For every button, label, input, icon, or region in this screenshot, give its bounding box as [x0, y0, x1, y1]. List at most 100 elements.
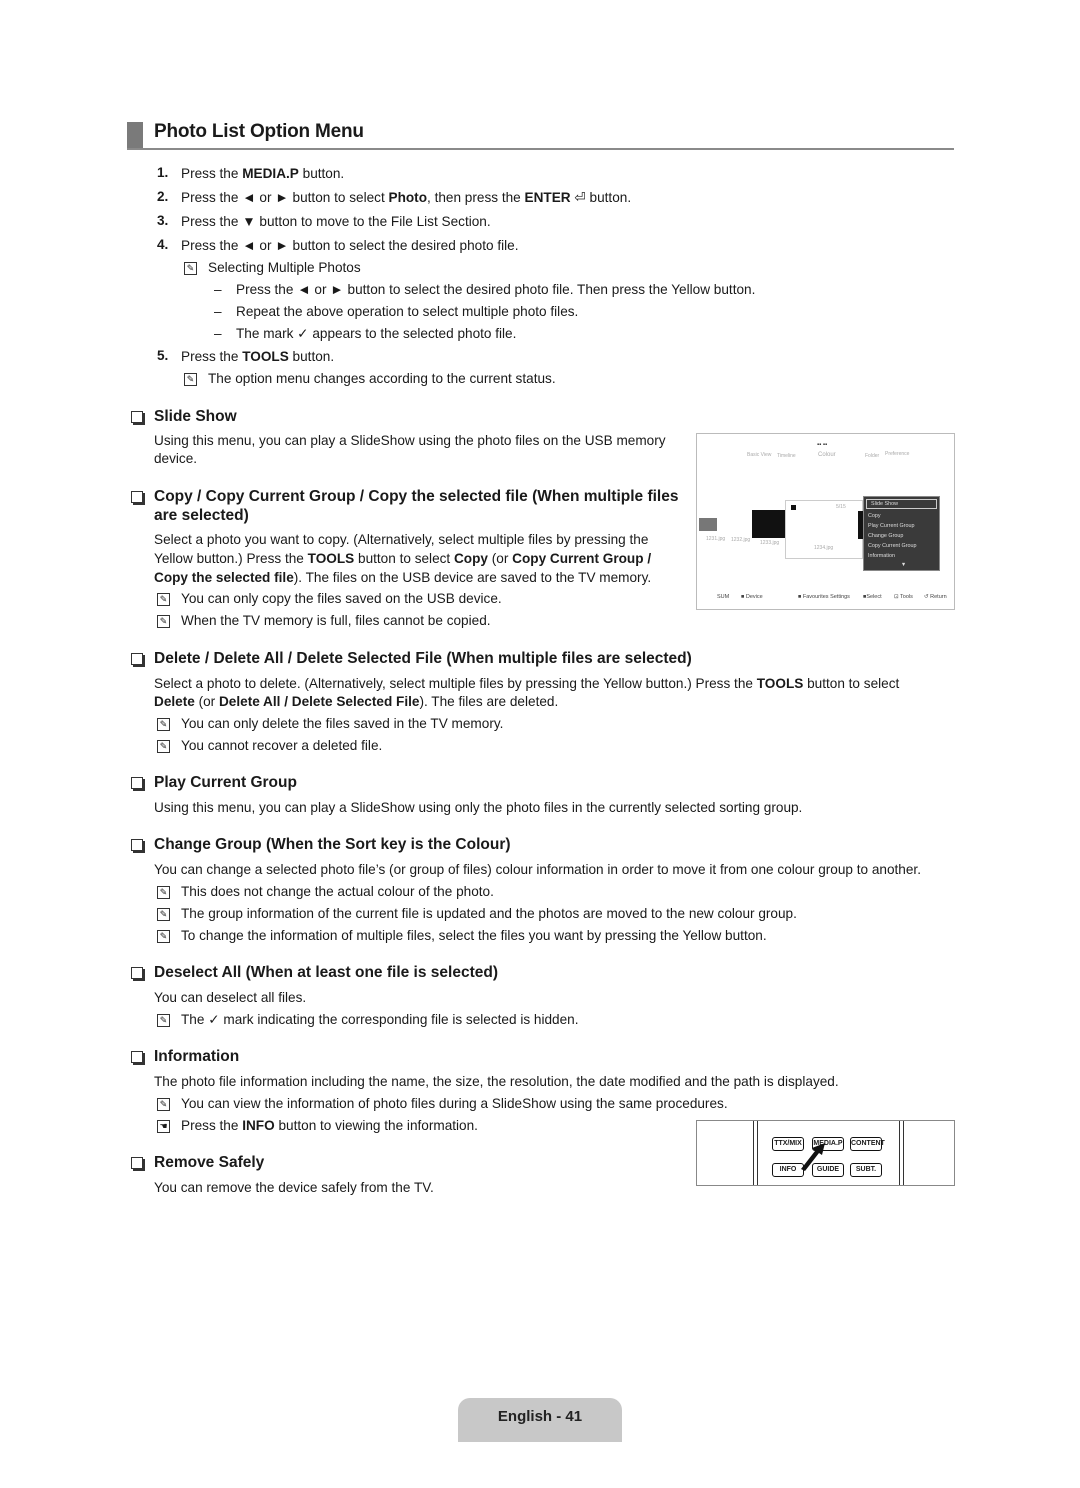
text-line: The group information of the current fil…	[181, 905, 797, 923]
text-segment: To change the information of multiple fi…	[181, 928, 767, 943]
note-icon: ✎	[184, 262, 197, 275]
tv-screen-illustration: Basic View Timeline Colour Folder Prefer…	[696, 433, 955, 610]
text-segment: TOOLS	[242, 349, 289, 364]
note-icon: ✎	[184, 373, 197, 386]
text-segment: Play Current Group	[154, 774, 297, 791]
photo-thumbnail	[752, 510, 789, 538]
photo-thumbnail	[699, 518, 717, 531]
pointer-arrow-icon	[801, 1143, 825, 1171]
menu-item-copy-current-group[interactable]: Copy Current Group	[864, 541, 939, 551]
text-segment: Yellow button.) Press the	[154, 551, 308, 566]
text-segment: You can view the information of photo fi…	[181, 1096, 728, 1111]
text-line: Repeat the above operation to select mul…	[236, 303, 578, 321]
page-title: Photo List Option Menu	[154, 121, 364, 142]
text-line: Delete (or Delete All / Delete Selected …	[154, 693, 558, 711]
text-line: Press the MEDIA.P button.	[181, 165, 344, 183]
text-segment: INFO	[242, 1118, 275, 1133]
select-button: ■Select	[863, 594, 882, 600]
dash-bullet: –	[214, 282, 222, 297]
text-segment: ). The files on the USB device are saved…	[293, 570, 652, 585]
text-segment: You can only delete the files saved in t…	[181, 716, 504, 731]
text-line: You can only delete the files saved in t…	[181, 715, 503, 733]
tv-tab-active: Colour	[818, 452, 836, 458]
text-segment: Delete / Delete All / Delete Selected Fi…	[154, 650, 692, 667]
tools-button: ⊡ Tools	[894, 594, 913, 600]
note-icon: ✎	[157, 908, 170, 921]
menu-item-slide-show[interactable]: Slide Show	[866, 499, 937, 509]
step-number: 2.	[157, 189, 169, 204]
step-number: 4.	[157, 237, 169, 252]
text-line: Press the TOOLS button.	[181, 348, 334, 366]
text-line: Using this menu, you can play a SlideSho…	[154, 432, 666, 450]
text-line: Press the ◄ or ► button to select Photo,…	[181, 189, 631, 207]
text-segment: Remove Safely	[154, 1154, 265, 1171]
note-icon: ✎	[157, 886, 170, 899]
text-segment: Press the ▼ button to move to the File L…	[181, 214, 491, 229]
text-segment: Using this menu, you can play a SlideSho…	[154, 433, 666, 448]
section-checkbox-icon	[131, 411, 143, 423]
text-segment: button.	[288, 349, 335, 364]
text-segment: Delete All / Delete Selected File	[218, 694, 420, 709]
file-name: 1233.jpg	[760, 540, 780, 546]
menu-item-change-group[interactable]: Change Group	[864, 531, 939, 541]
menu-item-copy[interactable]: Copy	[864, 511, 939, 521]
text-segment: Press the	[181, 1118, 243, 1133]
text-segment: Using this menu, you can play a SlideSho…	[154, 800, 803, 815]
hand-note-icon: ☚	[157, 1120, 170, 1133]
text-segment: device.	[154, 451, 198, 466]
section-checkbox-icon	[131, 1051, 143, 1063]
text-segment: TOOLS	[756, 676, 804, 691]
note-icon: ✎	[157, 593, 170, 606]
text-segment: You can change a selected photo file’s (…	[154, 862, 921, 877]
return-button: ↺ Return	[924, 594, 947, 600]
section-heading: Play Current Group	[154, 774, 297, 792]
note-icon: ✎	[157, 930, 170, 943]
text-segment: Copy	[453, 551, 488, 566]
section-checkbox-icon	[131, 777, 143, 789]
note-icon: ✎	[157, 740, 170, 753]
text-line: Press the ◄ or ► button to select the de…	[181, 237, 518, 255]
step-number: 3.	[157, 213, 169, 228]
text-line: Select a photo to delete. (Alternatively…	[154, 675, 899, 693]
text-segment: Copy the selected file	[154, 570, 294, 585]
text-segment: The ✓ mark indicating the corresponding …	[181, 1012, 579, 1027]
section-heading: Change Group (When the Sort key is the C…	[154, 836, 511, 854]
section-heading: Remove Safely	[154, 1154, 264, 1172]
tv-tab: Basic View	[747, 452, 772, 458]
menu-item-play-current-group[interactable]: Play Current Group	[864, 521, 939, 531]
text-segment: ). The files are deleted.	[419, 694, 559, 709]
selected-photo: 5/15 1234.jpg	[785, 500, 863, 559]
device-button: ■ Device	[741, 594, 763, 600]
text-line: You can view the information of photo fi…	[181, 1095, 728, 1113]
text-segment: You can remove the device safely from th…	[154, 1180, 434, 1195]
text-segment: Copy / Copy Current Group / Copy the sel…	[154, 488, 679, 505]
dash-bullet: –	[214, 304, 222, 319]
text-segment: Photo	[388, 190, 428, 205]
text-segment: This does not change the actual colour o…	[181, 884, 494, 899]
note-icon: ✎	[157, 1014, 170, 1027]
note-icon: ✎	[157, 1098, 170, 1111]
text-line: You can change a selected photo file’s (…	[154, 861, 921, 879]
text-line: Using this menu, you can play a SlideSho…	[154, 799, 802, 817]
text-line: Select a photo you want to copy. (Altern…	[154, 531, 648, 549]
text-segment: Copy Current Group /	[512, 551, 652, 566]
section-heading: Delete / Delete All / Delete Selected Fi…	[154, 650, 692, 668]
section-checkbox-icon	[131, 839, 143, 851]
text-segment: button to select	[803, 676, 900, 691]
text-segment: The mark ✓ appears to the selected photo…	[236, 326, 517, 341]
text-segment: button to viewing the information.	[274, 1118, 478, 1133]
text-line: The mark ✓ appears to the selected photo…	[236, 325, 516, 343]
text-segment: are selected)	[154, 507, 249, 524]
text-segment: Information	[154, 1048, 240, 1065]
text-segment: ENTER	[524, 190, 571, 205]
text-line: Press the ◄ or ► button to select the de…	[236, 281, 755, 299]
text-line: The photo file information including the…	[154, 1073, 839, 1091]
section-checkbox-icon	[131, 967, 143, 979]
section-heading: Copy / Copy Current Group / Copy the sel…	[154, 488, 678, 506]
text-segment: button.	[298, 166, 345, 181]
section-heading: are selected)	[154, 507, 249, 525]
menu-item-information[interactable]: Information	[864, 551, 939, 561]
text-line: You cannot recover a deleted file.	[181, 737, 382, 755]
tools-menu: Slide Show Copy Play Current Group Chang…	[863, 496, 940, 571]
text-line: You can deselect all files.	[154, 989, 306, 1007]
